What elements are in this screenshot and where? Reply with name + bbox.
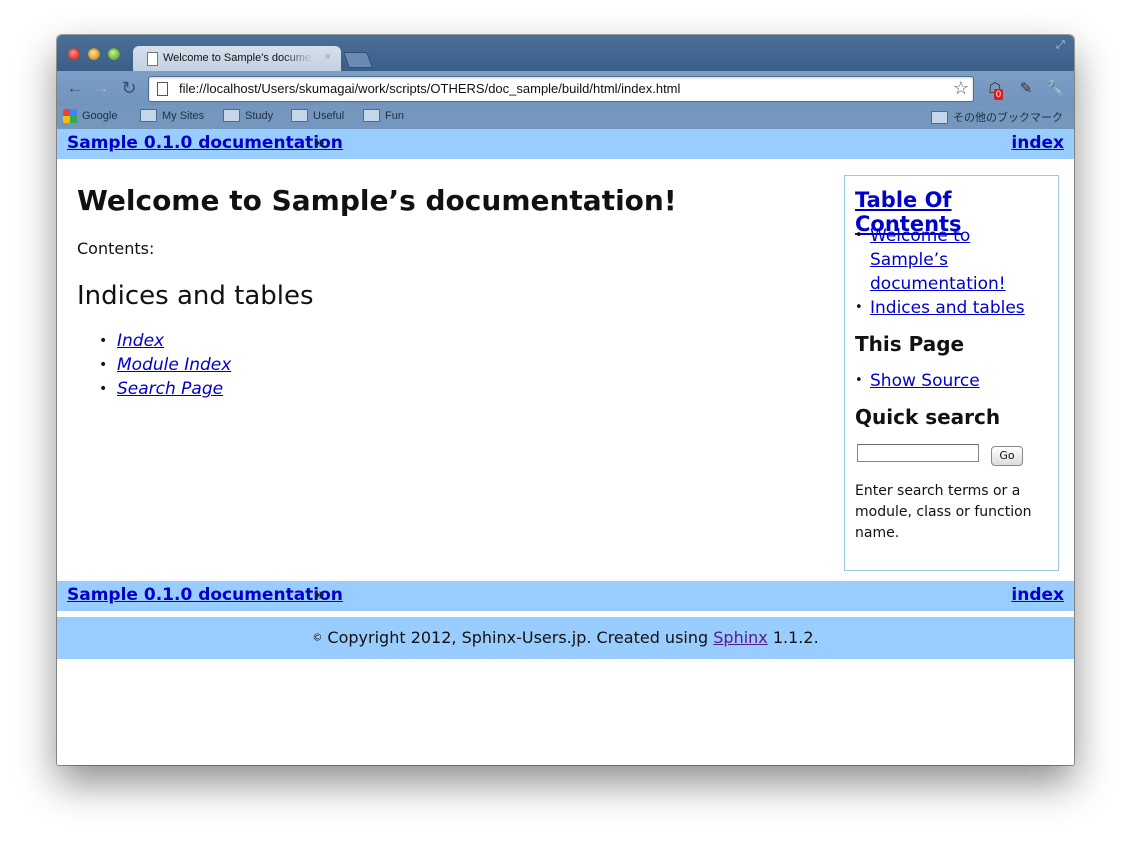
extension-badge: 0 (994, 89, 1004, 100)
url-text[interactable]: file://localhost/Users/skumagai/work/scr… (179, 81, 680, 96)
this-page-list: Show Source (855, 369, 980, 393)
extension-icon[interactable]: ☖ 0 (985, 79, 1005, 100)
page-icon (147, 52, 158, 66)
tab-strip: Welcome to Sample's documentation! × ⤢ (57, 35, 1074, 71)
toc-item: Indices and tables (855, 296, 1050, 320)
footer-text: Copyright 2012, Sphinx-Users.jp. Created… (327, 628, 709, 647)
wrench-icon[interactable]: 🔧 (1045, 79, 1065, 99)
bookmark-label: その他のブックマーク (953, 112, 1063, 124)
module-index-link[interactable]: Module Index (117, 355, 231, 375)
browser-toolbar: ← → ↻ file://localhost/Users/skumagai/wo… (57, 71, 1074, 105)
breadcrumb-separator: » (314, 133, 325, 153)
bookmark-label: Google (82, 110, 118, 122)
sphinx-link[interactable]: Sphinx (713, 628, 768, 647)
zoom-window-button[interactable] (108, 48, 120, 60)
new-tab-button[interactable] (343, 52, 373, 68)
bookmark-label: Study (245, 109, 274, 122)
folder-icon (140, 109, 157, 122)
list-item: Module Index (97, 353, 231, 377)
tab-close-icon[interactable]: × (325, 51, 331, 63)
bookmark-other[interactable]: その他のブックマーク (931, 109, 1063, 125)
bookmark-useful[interactable]: Useful (291, 109, 344, 122)
related-bar-top: Sample 0.1.0 documentation » index (57, 129, 1074, 159)
fullscreen-icon[interactable]: ⤢ (1056, 39, 1068, 51)
search-hint: Enter search terms or a module, class or… (855, 483, 1032, 541)
bookmark-study[interactable]: Study (223, 109, 273, 122)
folder-icon (223, 109, 240, 122)
document-icon (157, 82, 168, 96)
index-link[interactable]: index (1011, 585, 1064, 605)
show-source-link[interactable]: Show Source (870, 371, 980, 391)
list-item: Show Source (855, 369, 980, 393)
google-icon (63, 109, 77, 123)
bookmark-label: Useful (313, 109, 345, 122)
list-item: Index (97, 329, 231, 353)
toc-link-welcome[interactable]: Welcome to Sample’s documentation! (870, 226, 1006, 294)
go-button[interactable]: Go (991, 446, 1023, 466)
bookmark-fun[interactable]: Fun (363, 109, 404, 122)
minimize-window-button[interactable] (88, 48, 100, 60)
browser-window: Welcome to Sample's documentation! × ⤢ ←… (57, 35, 1074, 765)
indices-list: Index Module Index Search Page (97, 329, 231, 401)
folder-icon (363, 109, 380, 122)
toc-link-indices[interactable]: Indices and tables (870, 298, 1025, 318)
bookmark-my-sites[interactable]: My Sites (140, 109, 204, 122)
this-page-heading: This Page (855, 332, 965, 356)
folder-icon (931, 110, 948, 124)
page-content: Sample 0.1.0 documentation » index Welco… (57, 129, 1074, 765)
tab-title: Welcome to Sample's documentation! (163, 52, 313, 64)
address-bar[interactable]: file://localhost/Users/skumagai/work/scr… (148, 76, 974, 102)
footer-version: 1.1.2. (772, 628, 819, 647)
search-page-link[interactable]: Search Page (117, 379, 223, 399)
tab-active[interactable]: Welcome to Sample's documentation! × (133, 46, 341, 71)
contents-label: Contents: (77, 239, 155, 258)
toc-item: Welcome to Sample’s documentation! (855, 224, 1050, 296)
reload-icon[interactable]: ↻ (119, 78, 139, 98)
page-title: Welcome to Sample’s documentation! (77, 184, 677, 217)
breadcrumb-separator: » (314, 585, 325, 605)
footer: © Copyright 2012, Sphinx-Users.jp. Creat… (57, 617, 1074, 659)
indices-heading: Indices and tables (77, 281, 314, 311)
bookmark-star-icon[interactable]: ☆ (953, 78, 969, 99)
bookmark-google[interactable]: Google (63, 109, 117, 123)
close-window-button[interactable] (68, 48, 80, 60)
quick-search-heading: Quick search (855, 405, 1001, 429)
folder-icon (291, 109, 308, 122)
search-input[interactable] (857, 444, 979, 462)
list-item: Search Page (97, 377, 231, 401)
home-doc-link[interactable]: Sample 0.1.0 documentation (67, 133, 343, 153)
bookmark-label: Fun (385, 109, 404, 122)
related-bar-bottom: Sample 0.1.0 documentation » index (57, 581, 1074, 611)
home-doc-link[interactable]: Sample 0.1.0 documentation (67, 585, 343, 605)
back-arrow-icon[interactable]: ← (65, 78, 85, 98)
bookmarks-bar: Google My Sites Study Useful Fun その他のブック… (57, 105, 1074, 129)
copyright-symbol: © (312, 632, 323, 644)
toc-list: Welcome to Sample’s documentation! Indic… (855, 224, 1050, 320)
bookmark-label: My Sites (162, 109, 205, 122)
index-link[interactable]: index (1011, 133, 1064, 153)
forward-arrow-icon[interactable]: → (91, 78, 111, 98)
general-index-link[interactable]: Index (117, 331, 164, 351)
sidebar: Table Of Contents Welcome to Sample’s do… (844, 175, 1059, 571)
extension-pen-icon[interactable]: ✎ (1016, 79, 1036, 99)
